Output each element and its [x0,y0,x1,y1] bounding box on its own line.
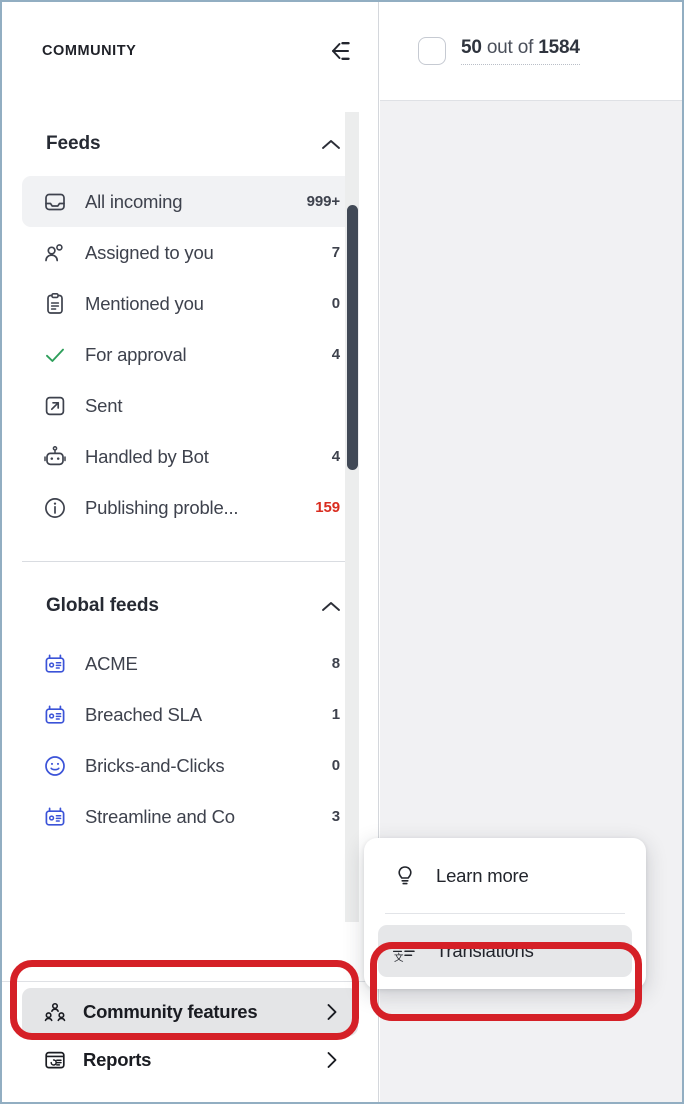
feed-count: 999+ [307,193,340,210]
menu-item-label: Translations [436,940,534,962]
users-icon [42,240,68,266]
feed-label: Assigned to you [85,242,322,264]
feed-label: Sent [85,395,330,417]
main-header: 50 out of 1584 [380,2,684,101]
feed-row-bricks-and-clicks[interactable]: Bricks-and-Clicks 0 [22,740,358,791]
feed-count: 4 [332,448,340,465]
sidebar-scroll-area: Feeds All incoming 999+ [2,100,378,981]
section-header-global-feeds[interactable]: Global feeds [2,584,378,628]
collapse-sidebar-icon[interactable] [320,34,354,68]
feed-count: 1 [332,706,340,723]
lightbulb-icon [392,863,418,889]
section-header-feeds[interactable]: Feeds [2,122,378,166]
menu-separator [385,913,625,914]
robot-icon [42,444,68,470]
feed-count: 7 [332,244,340,261]
feed-label: All incoming [85,191,297,213]
feed-label: ACME [85,653,322,675]
feed-count: 4 [332,346,340,363]
workspace-name: COMMUNITY [42,43,136,59]
select-all-checkbox[interactable] [418,37,446,65]
feed-row-acme[interactable]: ACME 8 [22,638,358,689]
chevron-right-icon[interactable] [322,1002,342,1022]
selection-count[interactable]: 50 out of 1584 [461,37,580,65]
sidebar-scrollbar-thumb[interactable] [347,205,358,470]
sidebar-item-community-features[interactable]: Community features [22,988,358,1036]
menu-item-translations[interactable]: A 文 Translations [378,925,632,977]
check-icon [42,342,68,368]
sidebar-item-label: Reports [83,1049,322,1071]
send-box-icon [42,393,68,419]
feed-row-mentioned-you[interactable]: Mentioned you 0 [22,278,358,329]
spacer [2,562,378,584]
chevron-right-icon[interactable] [322,1050,342,1070]
feed-list-global-feeds: ACME 8 Breached SLA 1 [2,638,378,842]
clipboard-icon [42,291,68,317]
feed-count: 3 [332,808,340,825]
feed-count: 0 [332,757,340,774]
feed-list-feeds: All incoming 999+ Assigned to you 7 [2,176,378,533]
menu-item-label: Learn more [436,865,529,887]
feed-label: Publishing proble... [85,497,305,519]
feed-row-streamline-and-co[interactable]: Streamline and Co 3 [22,791,358,842]
feed-count: 159 [315,499,340,516]
selected-count: 50 [461,37,482,58]
feed-label: Handled by Bot [85,446,322,468]
smiley-icon [42,753,68,779]
translation-icon: A 文 [392,938,418,964]
feed-count: 0 [332,295,340,312]
chevron-up-icon[interactable] [320,133,342,155]
feed-row-sent[interactable]: Sent [22,380,358,431]
feed-label: Mentioned you [85,293,322,315]
feed-row-assigned-to-you[interactable]: Assigned to you 7 [22,227,358,278]
feed-row-publishing-problems[interactable]: Publishing proble... 159 [22,482,358,533]
sidebar: COMMUNITY Feeds [2,2,379,1102]
feed-label: Bricks-and-Clicks [85,755,322,777]
svg-text:A: A [394,941,401,952]
report-icon [42,1047,68,1073]
section-title-global-feeds: Global feeds [46,595,159,617]
selection-count-middle: out of [482,37,539,58]
feed-row-breached-sla[interactable]: Breached SLA 1 [22,689,358,740]
sidebar-item-reports[interactable]: Reports [22,1036,358,1084]
total-count: 1584 [538,37,579,58]
svg-text:文: 文 [394,952,404,963]
feed-card-icon [42,702,68,728]
sidebar-item-label: Community features [83,1001,322,1023]
section-title-feeds: Feeds [46,133,100,155]
feed-row-handled-by-bot[interactable]: Handled by Bot 4 [22,431,358,482]
info-icon [42,495,68,521]
app-window: COMMUNITY Feeds [0,0,684,1104]
users-group-icon [42,999,68,1025]
feed-card-icon [42,804,68,830]
inbox-icon [42,189,68,215]
feed-label: Streamline and Co [85,806,322,828]
feed-card-icon [42,651,68,677]
sidebar-footer-nav: Community features Reports [2,981,378,1102]
feed-row-for-approval[interactable]: For approval 4 [22,329,358,380]
feed-label: Breached SLA [85,704,322,726]
community-features-popup-menu: Learn more A 文 Translations [364,838,646,989]
sidebar-header: COMMUNITY [2,2,378,100]
feed-label: For approval [85,344,322,366]
feed-row-all-incoming[interactable]: All incoming 999+ [22,176,358,227]
feed-count: 8 [332,655,340,672]
chevron-up-icon[interactable] [320,595,342,617]
menu-item-learn-more[interactable]: Learn more [378,850,632,902]
